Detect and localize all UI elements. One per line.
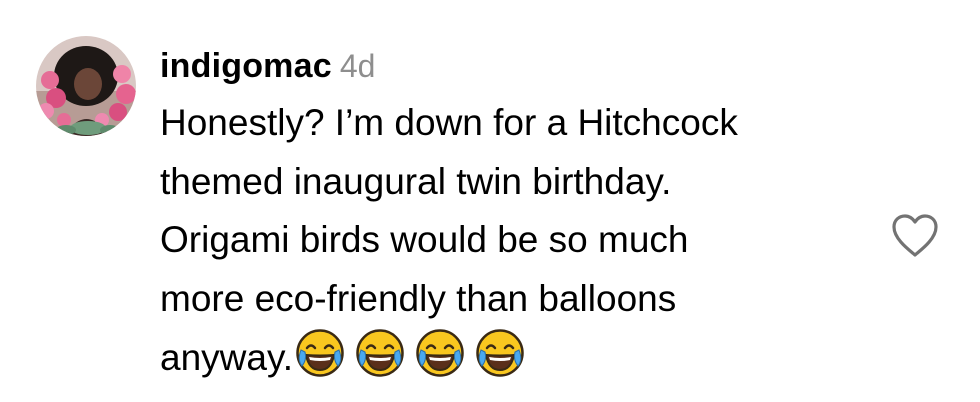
comment-line: Origami birds would be so much	[160, 219, 689, 260]
comment-line: more eco-friendly than balloons	[160, 277, 677, 319]
emoji-row	[295, 328, 535, 396]
face-with-tears-of-joy-icon	[355, 328, 405, 378]
like-button[interactable]	[890, 212, 940, 260]
avatar-image	[36, 36, 136, 136]
face-with-tears-of-joy-icon	[475, 328, 525, 378]
comment: indigomac 4d Honestly? I’m down for a Hit…	[0, 0, 980, 402]
comment-line: Honestly? I’m down for a Hitchcock	[160, 102, 738, 143]
comment-line: themed inaugural twin birthday.	[160, 160, 672, 202]
comment-line: anyway.	[160, 337, 293, 378]
face-with-tears-of-joy-icon	[415, 328, 465, 378]
timestamp[interactable]: 4d	[340, 48, 376, 84]
face-with-tears-of-joy-icon	[295, 328, 345, 378]
username-link[interactable]: indigomac	[160, 47, 332, 85]
heart-outline-icon	[892, 214, 938, 257]
comment-body: Honestly? I’m down for a Hitchcock theme…	[160, 94, 860, 387]
avatar[interactable]	[36, 36, 136, 136]
comment-line-last: anyway.	[160, 328, 860, 387]
comment-header: indigomac 4d	[160, 40, 375, 92]
